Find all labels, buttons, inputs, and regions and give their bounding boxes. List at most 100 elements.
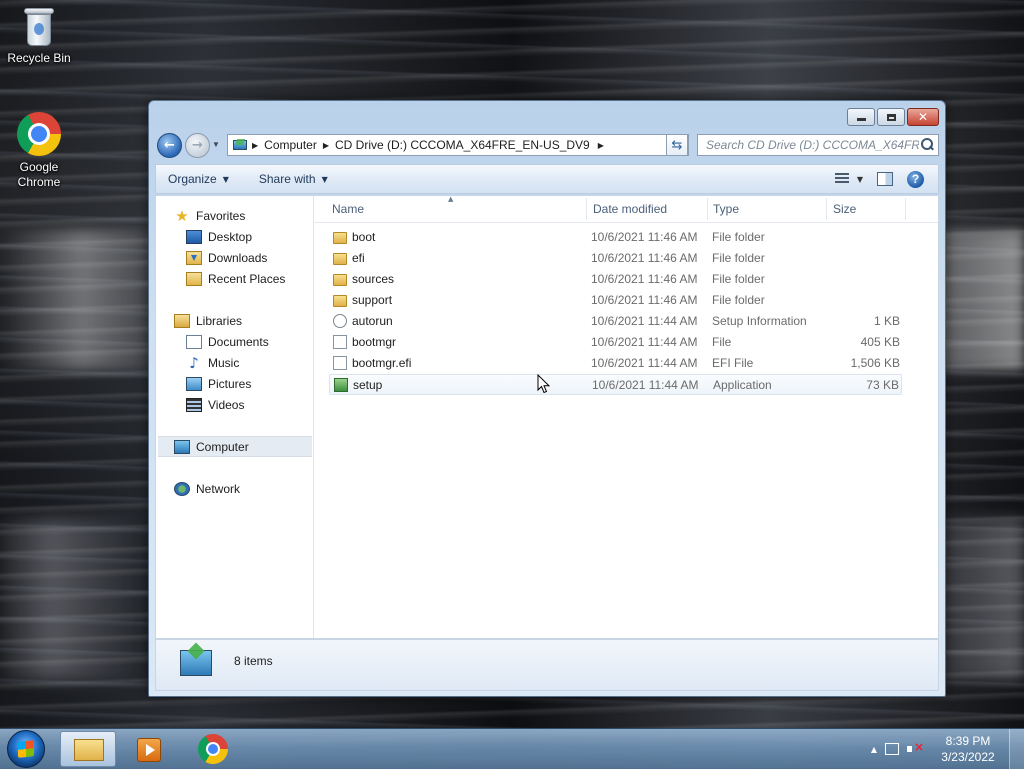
file-row-bootmgr-efi[interactable]: bootmgr.efi 10/6/2021 11:44 AM EFI File … (329, 353, 902, 374)
nav-item-downloads[interactable]: Downloads (186, 247, 312, 268)
file-icon (333, 335, 347, 349)
chrome-icon (17, 112, 61, 156)
share-with-button[interactable]: Share with ▼ (259, 172, 328, 186)
column-header-size[interactable]: Size (833, 202, 856, 216)
recent-pages-dropdown-icon[interactable]: ▼ (212, 140, 220, 149)
address-bar[interactable]: ▶ Computer ▶ CD Drive (D:) CCCOMA_X64FRE… (227, 134, 689, 156)
documents-icon (186, 334, 202, 349)
nav-item-favorites[interactable]: ★ Favorites (174, 205, 312, 226)
back-button[interactable]: ← (157, 133, 182, 158)
desktop-icon-google-chrome[interactable]: Google Chrome (1, 112, 77, 190)
nav-item-libraries[interactable]: Libraries (174, 310, 312, 331)
file-row-setup[interactable]: setup 10/6/2021 11:44 AM Application 73 … (329, 374, 902, 395)
pictures-icon (186, 376, 202, 391)
chevron-down-icon: ▼ (856, 174, 863, 184)
breadcrumb-separator-icon[interactable]: ▶ (323, 141, 329, 150)
desktop-icon-label: Recycle Bin (7, 51, 71, 65)
breadcrumb-cd-drive[interactable]: CD Drive (D:) CCCOMA_X64FRE_EN-US_DV9 (335, 138, 590, 152)
nav-item-documents[interactable]: Documents (186, 331, 312, 352)
command-bar: Organize ▼ Share with ▼ ▼ ? (155, 164, 939, 194)
file-date: 10/6/2021 11:46 AM (591, 251, 698, 265)
file-name: support (352, 293, 393, 307)
maximize-button[interactable] (877, 108, 905, 126)
nav-item-label: Network (196, 481, 241, 496)
change-view-button[interactable]: ▼ (834, 173, 863, 185)
column-divider[interactable] (826, 198, 827, 220)
breadcrumb-computer[interactable]: Computer (264, 138, 317, 152)
network-status-icon[interactable] (885, 743, 899, 755)
taskbar-explorer-button[interactable] (60, 731, 116, 767)
nav-item-label: Computer (196, 439, 249, 454)
volume-muted-icon[interactable] (907, 740, 924, 755)
navigation-bar: ← → ▼ ▶ Computer ▶ CD Drive (D:) CCCOMA_… (157, 132, 939, 160)
help-icon[interactable]: ? (907, 170, 924, 188)
file-date: 10/6/2021 11:44 AM (592, 378, 699, 392)
nav-item-label: Desktop (208, 229, 253, 244)
recycle-bin-icon (24, 6, 54, 46)
file-type: EFI File (712, 356, 754, 370)
nav-item-videos[interactable]: Videos (186, 394, 312, 415)
music-icon: ♪ (189, 353, 199, 372)
file-list: ▲ Name Date modified Type Size boot 10/6… (314, 195, 938, 638)
file-row-bootmgr[interactable]: bootmgr 10/6/2021 11:44 AM File 405 KB (329, 332, 902, 353)
nav-item-label: Pictures (208, 376, 252, 391)
column-divider[interactable] (905, 198, 906, 220)
folder-icon (333, 274, 347, 286)
refresh-button[interactable]: ⇆ (666, 134, 688, 156)
desktop-icon-recycle-bin[interactable]: Recycle Bin (1, 6, 77, 66)
file-row-boot[interactable]: boot 10/6/2021 11:46 AM File folder (329, 227, 902, 248)
show-desktop-button[interactable] (1009, 729, 1024, 769)
organize-button[interactable]: Organize ▼ (168, 172, 229, 186)
folder-icon (333, 232, 347, 244)
column-header-name[interactable]: Name (332, 202, 364, 216)
file-date: 10/6/2021 11:44 AM (591, 314, 698, 328)
nav-item-desktop[interactable]: Desktop (186, 226, 312, 247)
system-tray: ▲ 8:39 PM 3/23/2022 (871, 729, 1024, 769)
search-icon[interactable] (919, 137, 935, 153)
chevron-down-icon: ▼ (321, 174, 328, 184)
close-button[interactable]: ✕ (907, 108, 939, 126)
file-date: 10/6/2021 11:46 AM (591, 293, 698, 307)
clock[interactable]: 8:39 PM 3/23/2022 (935, 733, 1001, 765)
file-row-autorun[interactable]: autorun 10/6/2021 11:44 AM Setup Informa… (329, 311, 902, 332)
chrome-icon (198, 734, 228, 764)
search-input[interactable]: Search CD Drive (D:) CCCOMA_X64FR... (697, 134, 939, 156)
breadcrumb-separator-icon[interactable]: ▶ (252, 141, 258, 150)
nav-item-label: Videos (208, 397, 245, 412)
minimize-button[interactable] (847, 108, 875, 126)
nav-item-label: Favorites (196, 208, 246, 223)
details-pane: 8 items (155, 639, 939, 691)
file-row-efi[interactable]: efi 10/6/2021 11:46 AM File folder (329, 248, 902, 269)
downloads-icon (186, 250, 202, 265)
taskbar-media-player-button[interactable] (123, 731, 179, 767)
file-type: File folder (712, 230, 765, 244)
column-divider[interactable] (707, 198, 708, 220)
taskbar-chrome-button[interactable] (185, 731, 241, 767)
file-name: bootmgr.efi (352, 356, 412, 370)
file-type: Application (713, 378, 772, 392)
nav-item-network[interactable]: Network (174, 478, 312, 499)
nav-item-pictures[interactable]: Pictures (186, 373, 312, 394)
nav-item-recent-places[interactable]: Recent Places (186, 268, 312, 289)
column-header-date-modified[interactable]: Date modified (593, 202, 667, 216)
nav-item-computer[interactable]: Computer (158, 436, 312, 457)
media-player-icon (137, 738, 161, 762)
column-divider[interactable] (586, 198, 587, 220)
file-row-support[interactable]: support 10/6/2021 11:46 AM File folder (329, 290, 902, 311)
setup-information-icon (333, 314, 347, 328)
file-size: 1,506 KB (850, 356, 900, 370)
show-hidden-icons-icon[interactable]: ▲ (871, 745, 877, 754)
file-row-sources[interactable]: sources 10/6/2021 11:46 AM File folder (329, 269, 902, 290)
star-icon: ★ (175, 206, 189, 225)
file-size: 73 KB (866, 378, 899, 392)
forward-button[interactable]: → (185, 133, 210, 158)
taskbar: ▲ 8:39 PM 3/23/2022 (0, 728, 1024, 769)
nav-item-music[interactable]: ♪ Music (186, 352, 312, 373)
preview-pane-icon[interactable] (877, 172, 893, 186)
breadcrumb-separator-icon[interactable]: ▶ (598, 141, 604, 150)
share-with-label: Share with (258, 172, 316, 186)
file-name: sources (352, 272, 395, 286)
column-header-type[interactable]: Type (713, 202, 739, 216)
navigation-pane: ★ Favorites Desktop Downloads Recent Pla… (156, 196, 314, 638)
start-button[interactable] (7, 730, 45, 768)
